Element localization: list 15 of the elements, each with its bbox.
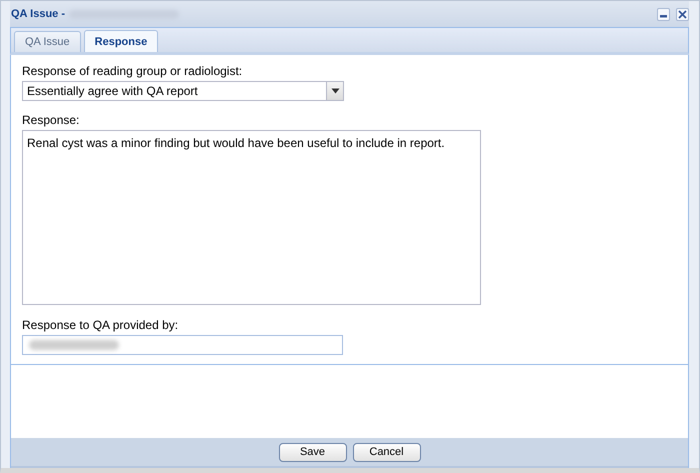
tab[interactable]: QA Issue (14, 31, 81, 52)
tab[interactable]: Response (84, 30, 158, 52)
response-textarea[interactable]: Renal cyst was a minor finding but would have been useful to include in report. (22, 130, 481, 305)
dialog-button[interactable]: Save (278, 442, 346, 462)
caret-icon (330, 88, 340, 94)
window-title: QA Issue - (11, 8, 65, 20)
close-button[interactable] (676, 8, 689, 20)
field-label: Response to QA provided by: (22, 318, 178, 332)
close-icon (678, 10, 687, 18)
minimize-button[interactable] (657, 8, 670, 20)
dialog-button[interactable]: Cancel (352, 442, 420, 462)
field-label: Response: (22, 113, 80, 127)
provided-by-field[interactable] (22, 334, 343, 355)
field-label: Response of reading group or radiologist: (22, 64, 242, 78)
response-dropdown[interactable]: Essentially agree with QA report (22, 81, 344, 101)
